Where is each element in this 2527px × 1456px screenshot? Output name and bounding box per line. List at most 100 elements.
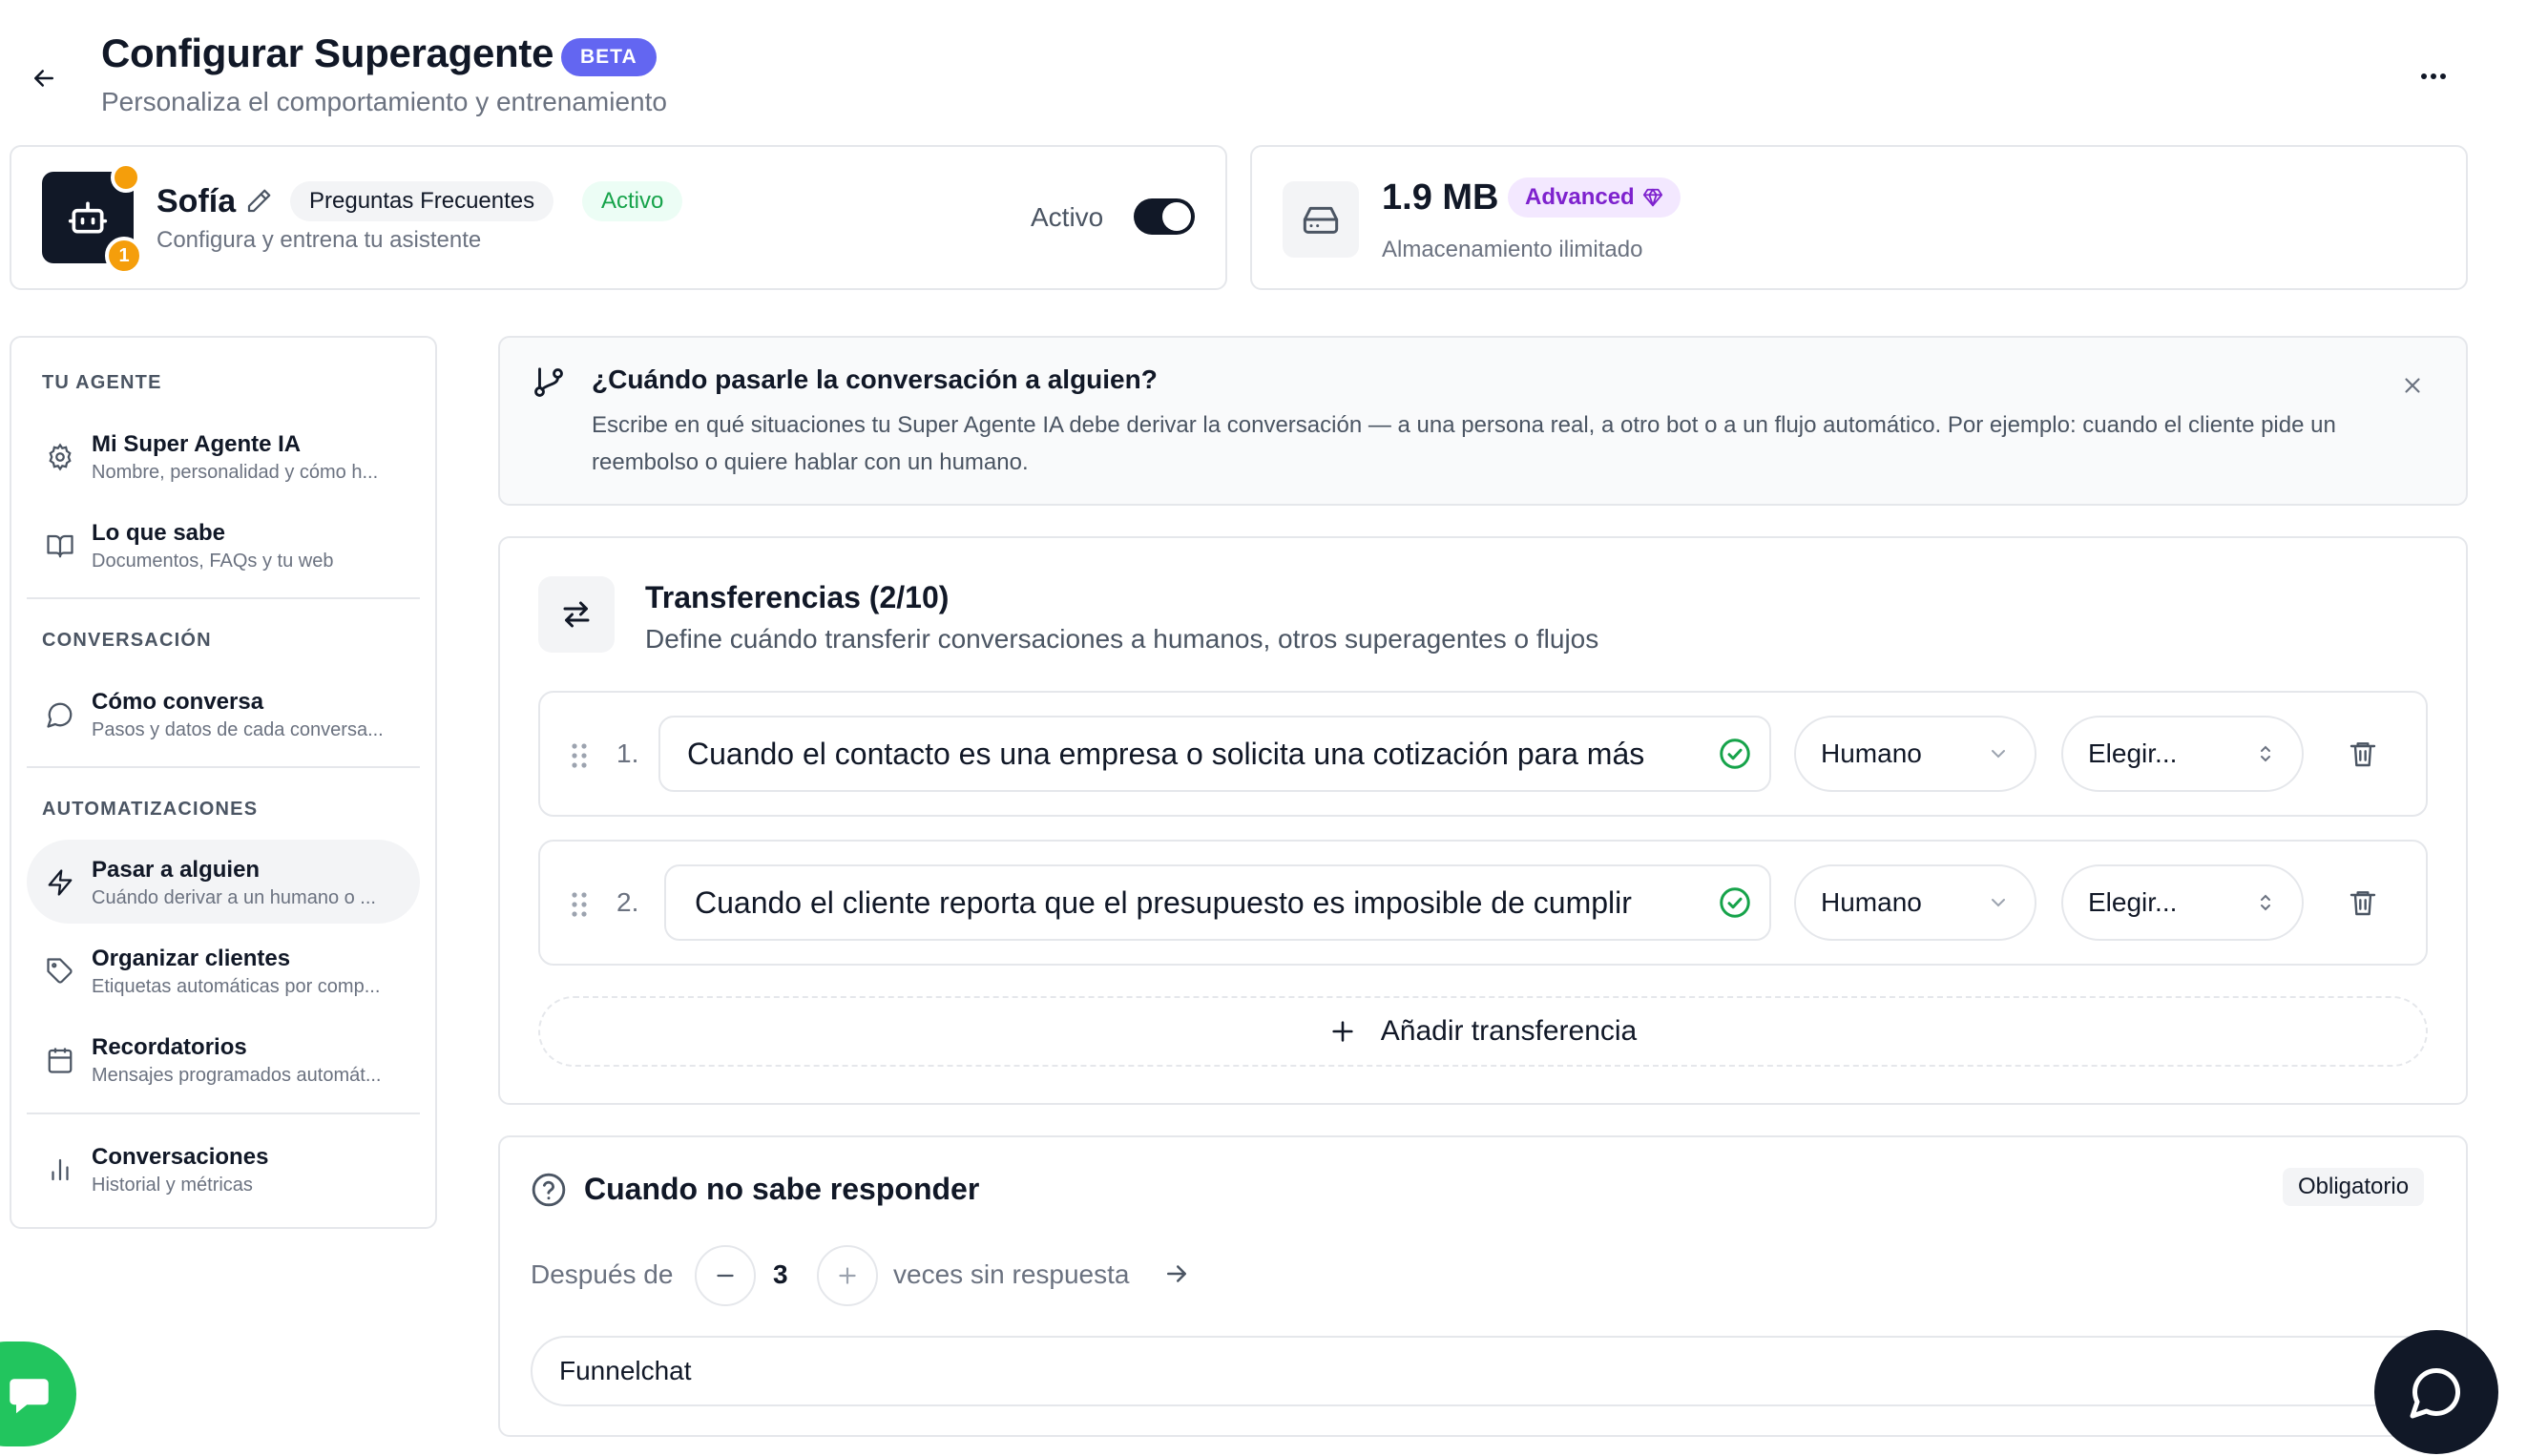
bot-icon — [68, 201, 108, 234]
more-horizontal-icon — [2421, 73, 2446, 79]
drag-handle-icon[interactable] — [569, 740, 590, 771]
banner-title: ¿Cuándo pasarle la conversación a alguie… — [592, 364, 1158, 394]
notification-badge: 1 — [105, 237, 143, 275]
delete-rule-button[interactable] — [2342, 882, 2384, 924]
sidebar-item-recordatorios[interactable]: Recordatorios Mensajes programados autom… — [27, 1017, 420, 1101]
sidebar-item-subtitle: Mensajes programados automát... — [92, 1065, 382, 1086]
chevrons-up-down-icon — [2261, 745, 2270, 762]
sidebar-item-pasar-a-alguien[interactable]: Pasar a alguien Cuándo derivar a un huma… — [27, 840, 420, 924]
close-banner-button[interactable] — [2393, 366, 2432, 405]
sidebar-item-title: Lo que sabe — [92, 520, 226, 546]
calendar-icon — [44, 1044, 76, 1076]
transfer-type-select[interactable]: Humano — [1794, 864, 2036, 941]
transfer-type-value: Humano — [1821, 887, 1922, 917]
transfer-rule-row: 2. Cuando el cliente reporta que el pres… — [538, 840, 2428, 966]
transfer-target-value: Elegir... — [2088, 887, 2178, 917]
section-label-automatizaciones: AUTOMATIZACIONES — [42, 799, 259, 820]
fallback-destination-select[interactable]: Funnelchat — [531, 1336, 2449, 1406]
sidebar-item-subtitle: Pasos y datos de cada conversa... — [92, 719, 384, 740]
sidebar-divider — [27, 597, 420, 599]
bar-chart-icon — [44, 1154, 76, 1186]
sidebar-item-subtitle: Historial y métricas — [92, 1175, 253, 1196]
chat-icon — [10, 1379, 49, 1414]
rule-number: 2. — [616, 887, 639, 917]
sidebar-item-organizar-clientes[interactable]: Organizar clientes Etiquetas automáticas… — [27, 928, 420, 1012]
sidebar-divider — [27, 1113, 420, 1114]
sidebar-item-como-conversa[interactable]: Cómo conversa Pasos y datos de cada conv… — [27, 672, 420, 756]
status-dot — [111, 162, 141, 193]
sidebar-item-title: Recordatorios — [92, 1034, 247, 1060]
storage-subtitle: Almacenamiento ilimitado — [1382, 237, 1643, 262]
transfer-type-select[interactable]: Humano — [1794, 716, 2036, 792]
page-title: Configurar Superagente — [101, 31, 554, 75]
message-circle-icon — [2410, 1367, 2461, 1419]
sidebar-item-lo-que-sabe[interactable]: Lo que sabe Documentos, FAQs y tu web — [27, 503, 420, 587]
rule-number: 1. — [616, 738, 639, 768]
arrows-swap-icon — [563, 601, 590, 628]
transfer-rule-row: 1. Cuando el contacto es una empresa o s… — [538, 691, 2428, 817]
edit-name-button[interactable] — [244, 187, 275, 218]
sidebar-item-title: Organizar clientes — [92, 946, 291, 971]
sidebar-item-title: Conversaciones — [92, 1144, 269, 1170]
trash-icon — [2349, 891, 2376, 916]
chat-bubble-icon — [44, 698, 76, 731]
banner-text: Escribe en qué situaciones tu Super Agen… — [592, 412, 2336, 475]
sidebar-item-subtitle: Documentos, FAQs y tu web — [92, 551, 334, 572]
trash-icon — [2349, 742, 2376, 767]
increment-button[interactable] — [817, 1245, 878, 1306]
sidebar-item-subtitle: Nombre, personalidad y cómo h... — [92, 462, 379, 483]
times-label: veces sin respuesta — [893, 1259, 1130, 1289]
plan-label: Advanced — [1525, 184, 1635, 210]
transfer-target-select[interactable]: Elegir... — [2061, 716, 2304, 792]
back-button[interactable] — [23, 57, 65, 99]
chevron-down-icon — [1992, 750, 2005, 759]
storage-icon-wrap — [1283, 181, 1359, 258]
git-branch-icon — [531, 364, 569, 403]
help-circle-icon — [531, 1172, 569, 1210]
delete-rule-button[interactable] — [2342, 733, 2384, 775]
plus-icon — [1332, 1021, 1353, 1042]
minus-icon — [717, 1274, 734, 1278]
whatsapp-chat-button[interactable] — [0, 1342, 76, 1446]
check-circle-icon — [1720, 738, 1750, 769]
book-icon — [44, 530, 76, 562]
sidebar-item-conversaciones[interactable]: Conversaciones Historial y métricas — [27, 1127, 420, 1211]
drag-handle-icon[interactable] — [569, 889, 590, 920]
agent-subtitle: Configura y entrena tu asistente — [157, 227, 482, 253]
active-toggle-label: Activo — [1031, 202, 1104, 232]
add-transfer-button[interactable]: Añadir transferencia — [538, 996, 2428, 1067]
plan-badge: Advanced — [1508, 177, 1681, 218]
sidebar-item-mi-super-agente[interactable]: Mi Super Agente IA Nombre, personalidad … — [27, 414, 420, 498]
storage-size: 1.9 MB — [1382, 177, 1499, 218]
add-transfer-label: Añadir transferencia — [1380, 1015, 1638, 1047]
rule-condition-text: Cuando el cliente reporta que el presupu… — [695, 884, 1632, 920]
rule-condition-text: Cuando el contacto es una empresa o soli… — [687, 736, 1645, 771]
sidebar-item-title: Pasar a alguien — [92, 857, 261, 883]
tag-icon — [44, 955, 76, 988]
gear-icon — [44, 441, 76, 473]
support-chat-button[interactable] — [2374, 1330, 2498, 1454]
more-options-button[interactable] — [2412, 55, 2454, 97]
transfer-type-value: Humano — [1821, 738, 1922, 768]
transfer-target-select[interactable]: Elegir... — [2061, 864, 2304, 941]
agent-tag: Preguntas Frecuentes — [290, 181, 554, 221]
rule-condition-input[interactable]: Cuando el cliente reporta que el presupu… — [664, 864, 1771, 941]
sidebar-item-subtitle: Cuándo derivar a un humano o ... — [92, 887, 376, 908]
decrement-button[interactable] — [695, 1245, 756, 1306]
plus-icon — [839, 1267, 856, 1284]
transfers-title: Transferencias (2/10) — [645, 580, 950, 614]
arrow-left-icon — [34, 70, 53, 87]
chevron-down-icon — [1992, 899, 2005, 907]
rule-condition-input[interactable]: Cuando el contacto es una empresa o soli… — [658, 716, 1771, 792]
gem-icon — [1642, 188, 1662, 207]
sidebar-divider — [27, 766, 420, 768]
transfer-icon-wrap — [538, 576, 615, 653]
agent-status-badge: Activo — [582, 181, 683, 221]
agent-name: Sofía — [157, 183, 237, 219]
sidebar-item-title: Mi Super Agente IA — [92, 431, 302, 457]
required-badge: Obligatorio — [2283, 1168, 2425, 1206]
section-label-tu-agente: TU AGENTE — [42, 372, 162, 393]
section-label-conversacion: CONVERSACIÓN — [42, 630, 212, 651]
fallback-destination-value: Funnelchat — [559, 1356, 692, 1385]
arrow-right-icon — [1162, 1259, 1193, 1290]
